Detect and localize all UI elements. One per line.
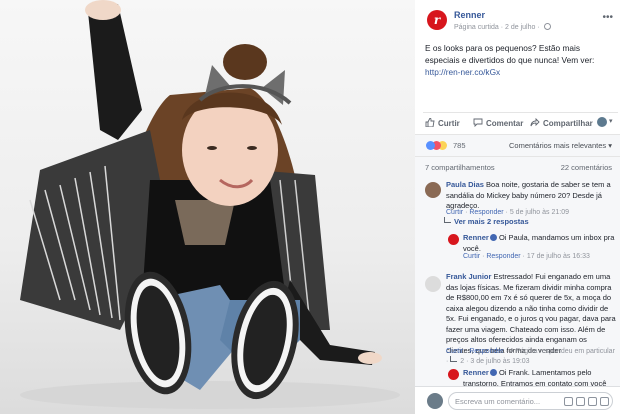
share-icon [530, 117, 540, 127]
globe-icon [543, 23, 551, 30]
post-photo[interactable] [0, 0, 415, 414]
commenter-avatar[interactable] [425, 276, 441, 292]
replies-count[interactable]: 2 [460, 358, 464, 365]
reply-time[interactable]: 17 de julho às 16:33 [527, 253, 590, 260]
comment-input[interactable]: Escreva um comentário... [448, 392, 613, 410]
stats-row: 7 compartilhamentos 22 comentários [415, 156, 620, 176]
reply-renner-frank: Renner Oi Frank. Lamentamos pelo transto… [463, 368, 615, 386]
comments-count[interactable]: 22 comentários [561, 163, 612, 172]
renner-reply-avatar[interactable] [448, 369, 459, 380]
reactions-bar: 785 Comentários mais relevantes ▾ [415, 134, 620, 156]
comment-frank: Frank Junior Estressado! Fui enganado em… [446, 272, 616, 356]
comment-like-link[interactable]: Curtir [446, 348, 463, 355]
like-button[interactable]: Curtir [425, 117, 460, 128]
share-button[interactable]: Compartilhar [530, 117, 593, 128]
page-name-link[interactable]: Renner [454, 10, 485, 20]
verified-badge-icon [489, 234, 497, 241]
post-link[interactable]: http://ren-ner.co/kGx [425, 67, 500, 77]
commenter-name[interactable]: Paula Dias [446, 180, 484, 189]
child-photo-illustration [20, 0, 400, 409]
comment-label: Comentar [486, 119, 524, 128]
comment-sort-dropdown[interactable]: Comentários mais relevantes ▾ [509, 141, 612, 150]
chevron-down-icon[interactable]: ▾ [609, 117, 613, 125]
gif-icon[interactable] [588, 397, 597, 406]
sticker-icon[interactable] [600, 397, 609, 406]
page-liked-label: Página curtida [454, 24, 499, 31]
renner-reply-avatar[interactable] [448, 234, 459, 245]
comment-like-link[interactable]: Curtir [446, 209, 463, 216]
comment-time[interactable]: 3 de julho às 19:03 [470, 358, 529, 365]
comment-time[interactable]: 5 de julho às 21:09 [510, 209, 569, 216]
reply-reply-link[interactable]: Responder [486, 253, 520, 260]
comment-icon [473, 118, 483, 128]
commenter-name[interactable]: Frank Junior [446, 272, 491, 281]
reply-arrow-icon [444, 217, 451, 223]
post-date[interactable]: 2 de julho [505, 24, 535, 31]
share-label: Compartilhar [543, 119, 593, 128]
post-body: E os looks para os pequenos? Estão mais … [425, 43, 595, 65]
comment-meta: Curtir · Responder · 5 de julho às 21:09 [446, 209, 570, 216]
reply-renner-paula: Renner Oi Paula, mandamos um inbox pra v… [463, 233, 615, 254]
comment-button[interactable]: Comentar [473, 118, 523, 128]
reply-name[interactable]: Renner [463, 233, 489, 242]
more-options-icon[interactable]: ••• [602, 12, 613, 23]
comment-meta: Curtir · Responder · A Página respondeu … [446, 348, 615, 365]
see-more-label: Ver mais 2 respostas [454, 217, 529, 226]
comment-reply-link[interactable]: Responder [469, 348, 503, 355]
shares-count[interactable]: 7 compartilhamentos [425, 163, 495, 172]
see-more-replies[interactable]: Ver mais 2 respostas [444, 217, 529, 226]
post-meta: Página curtida · 2 de julho · [454, 23, 551, 31]
post-text: E os looks para os pequenos? Estão mais … [425, 42, 613, 78]
verified-badge-icon [489, 369, 497, 376]
comments-list: Paula Dias Boa noite, gostaria de saber … [415, 176, 620, 386]
post-header: r Renner Página curtida · 2 de julho · •… [427, 8, 617, 34]
post-side-panel: r Renner Página curtida · 2 de julho · •… [415, 0, 620, 414]
reactions-count[interactable]: 785 [453, 141, 466, 150]
thumbs-up-icon [425, 117, 435, 128]
post-actions: Curtir Comentar Compartilhar ▾ [423, 112, 618, 132]
camera-icon[interactable] [576, 397, 585, 406]
comment-composer: Escreva um comentário... [415, 386, 620, 414]
reply-like-link[interactable]: Curtir [463, 253, 480, 260]
like-reaction-icon[interactable] [426, 141, 435, 150]
actor-selector-avatar[interactable] [597, 117, 607, 127]
reply-name[interactable]: Renner [463, 368, 489, 377]
reply-arrow-icon [450, 356, 458, 362]
comment-paula: Paula Dias Boa noite, gostaria de saber … [446, 180, 616, 212]
emoji-icon[interactable] [564, 397, 573, 406]
reply-meta: Curtir · Responder · 17 de julho às 16:3… [463, 253, 590, 260]
commenter-avatar[interactable] [425, 182, 441, 198]
comment-reply-link[interactable]: Responder [469, 209, 503, 216]
user-avatar [427, 393, 443, 409]
comment-placeholder: Escreva um comentário... [455, 397, 541, 406]
page-avatar[interactable]: r [427, 10, 447, 30]
like-label: Curtir [438, 119, 460, 128]
private-reply-note: A Página respondeu em particular [509, 348, 615, 355]
comment-text: Estressado! Fui enganado em uma das loja… [446, 272, 616, 355]
